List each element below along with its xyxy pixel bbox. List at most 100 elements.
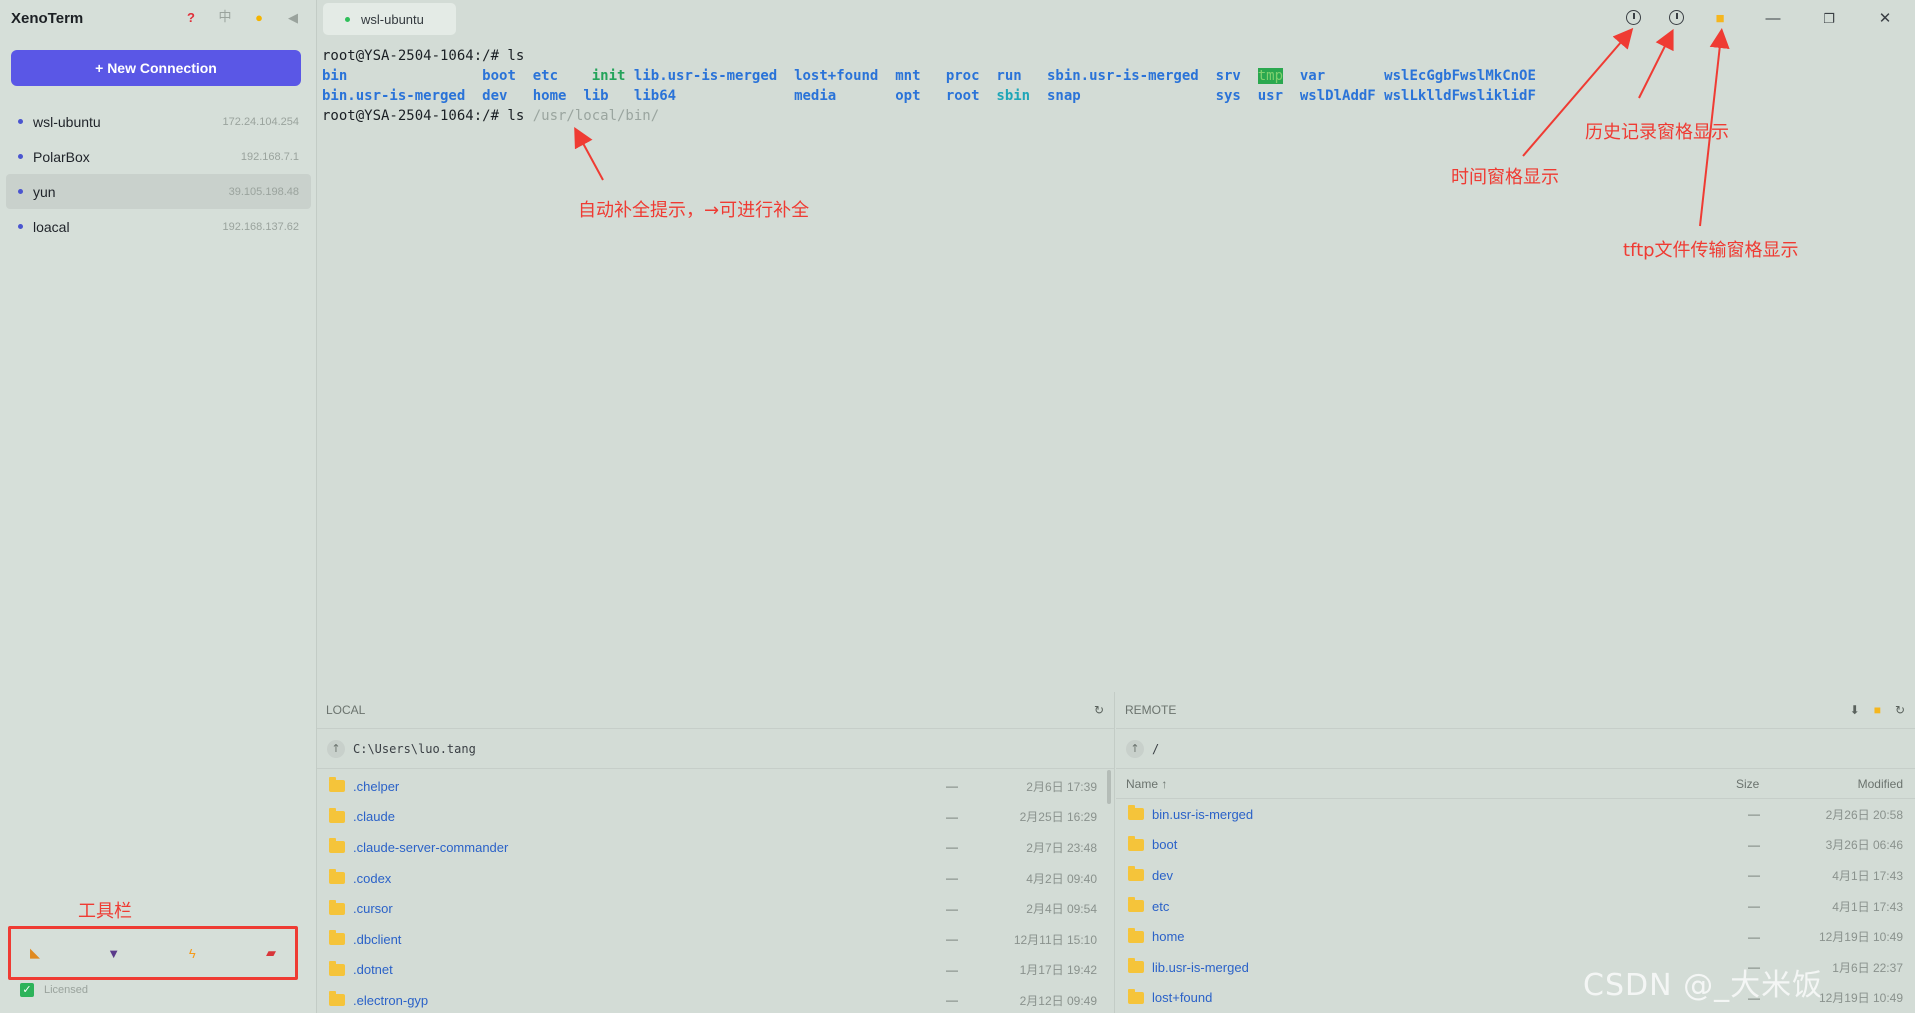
car-icon[interactable]: ▰ bbox=[263, 945, 279, 961]
file-modified: 2月6日 17:39 bbox=[1026, 779, 1097, 794]
pin-icon[interactable]: ▼ bbox=[106, 946, 122, 961]
restore-icon[interactable]: ❐ bbox=[1820, 10, 1838, 28]
history-pane-annotation: 历史记录窗格显示 bbox=[1585, 122, 1729, 143]
file-row[interactable]: .chelper — 2月6日 17:39 bbox=[317, 771, 1114, 802]
file-row[interactable]: .codex — 4月2日 09:40 bbox=[317, 863, 1114, 894]
remote-pane-header: REMOTE ⬇ ■ ↻ bbox=[1116, 692, 1915, 729]
file-row[interactable]: home — 12月19日 10:49 bbox=[1116, 921, 1915, 952]
file-size: — bbox=[946, 993, 958, 1008]
local-file-list: .chelper —2月6日 17:39 .claude —2月25日 16:29 .c… bbox=[317, 769, 1114, 1013]
ls-entry: wslDlAddF bbox=[1299, 88, 1376, 104]
column-modified[interactable]: Modified bbox=[1858, 777, 1903, 791]
new-folder-icon[interactable]: ■ bbox=[1874, 703, 1881, 717]
file-modified: 1月6日 22:37 bbox=[1832, 960, 1903, 975]
file-modified: 4月1日 17:43 bbox=[1832, 899, 1903, 914]
column-name[interactable]: Name ↑ bbox=[1126, 777, 1167, 791]
ls-entry: wslMkCnOE bbox=[1460, 68, 1536, 84]
up-directory-icon[interactable]: ↑ bbox=[1126, 739, 1144, 758]
folder-icon bbox=[1128, 805, 1144, 821]
close-icon[interactable]: ✕ bbox=[1876, 10, 1894, 28]
file-row[interactable]: .claude — 2月25日 16:29 bbox=[317, 802, 1114, 833]
connection-name: yun bbox=[33, 183, 56, 200]
column-size[interactable]: Size bbox=[1736, 777, 1759, 791]
language-toggle-icon[interactable]: 中 bbox=[218, 10, 232, 26]
file-row[interactable]: dev — 4月1日 17:43 bbox=[1116, 860, 1915, 891]
ls-entry: init bbox=[591, 68, 626, 84]
lightning-icon[interactable]: ϟ bbox=[184, 946, 200, 961]
file-size: — bbox=[946, 901, 958, 916]
file-name: dev bbox=[1152, 867, 1173, 883]
download-icon[interactable]: ⬇ bbox=[1850, 703, 1860, 717]
folder-icon bbox=[1128, 897, 1144, 913]
refresh-icon[interactable]: ↻ bbox=[1094, 703, 1104, 717]
file-row[interactable]: .dbclient — 12月11日 15:10 bbox=[317, 924, 1114, 955]
connection-status-dot bbox=[18, 224, 23, 229]
ls-entry: srv bbox=[1215, 68, 1241, 84]
help-icon[interactable]: ? bbox=[184, 10, 198, 26]
new-connection-button[interactable]: + New Connection bbox=[11, 50, 301, 86]
connection-item[interactable]: yun 39.105.198.48 bbox=[6, 174, 311, 209]
tab-wsl-ubuntu[interactable]: wsl-ubuntu bbox=[323, 3, 456, 35]
minimize-icon[interactable]: — bbox=[1764, 10, 1782, 28]
file-size: — bbox=[946, 809, 958, 824]
remote-path-bar[interactable]: ↑ / bbox=[1116, 729, 1915, 769]
connection-name: PolarBox bbox=[33, 148, 90, 165]
file-row[interactable]: boot — 3月26日 06:46 bbox=[1116, 830, 1915, 861]
toolbar-annotation: 工具栏 bbox=[78, 901, 132, 922]
app-window: XenoTerm ? 中 ● ◀ + New Connection wsl-ub… bbox=[0, 0, 1915, 1013]
file-size: — bbox=[946, 779, 958, 794]
ls-entry: tmp bbox=[1257, 68, 1284, 84]
local-path-bar[interactable]: ↑ C:\Users\luo.tang bbox=[317, 729, 1114, 769]
tftp-folder-icon[interactable]: ■ bbox=[1711, 10, 1729, 28]
file-modified: 4月2日 09:40 bbox=[1026, 871, 1097, 886]
remote-column-header: Name ↑ Size Modified bbox=[1116, 769, 1915, 799]
connection-item[interactable]: PolarBox 192.168.7.1 bbox=[6, 139, 311, 174]
ls-entry: wslEcGgbF bbox=[1384, 68, 1461, 84]
connection-item[interactable]: wsl-ubuntu 172.24.104.254 bbox=[6, 104, 311, 139]
broom-icon[interactable]: ◣ bbox=[27, 945, 43, 961]
file-name: .electron-gyp bbox=[353, 992, 429, 1008]
ls-entry: mnt bbox=[895, 68, 921, 84]
connection-item[interactable]: loacal 192.168.137.62 bbox=[6, 209, 311, 244]
file-name: boot bbox=[1152, 837, 1178, 853]
connection-ip: 192.168.137.62 bbox=[222, 220, 299, 233]
ls-entry: etc bbox=[532, 68, 559, 84]
local-file-pane: LOCAL ↻ ↑ C:\Users\luo.tang .chelper — 2月6… bbox=[317, 692, 1115, 1013]
terminal-line: root@YSA-2504-1064:/# ls /usr/local/bin/ bbox=[322, 108, 659, 124]
file-modified: 12月19日 10:49 bbox=[1818, 991, 1903, 1006]
folder-icon bbox=[1128, 958, 1144, 974]
connection-status-dot bbox=[18, 119, 23, 124]
remote-pane-title: REMOTE bbox=[1125, 703, 1177, 717]
collapse-sidebar-icon[interactable]: ◀ bbox=[286, 10, 300, 26]
file-row[interactable]: .cursor — 2月4日 09:54 bbox=[317, 893, 1114, 924]
connection-ip: 172.24.104.254 bbox=[222, 115, 299, 128]
file-row[interactable]: .electron-gyp — 2月12日 09:49 bbox=[317, 985, 1114, 1013]
folder-icon bbox=[1128, 835, 1144, 851]
connection-list: wsl-ubuntu 172.24.104.254 PolarBox 192.1… bbox=[0, 104, 317, 244]
file-row[interactable]: etc — 4月1日 17:43 bbox=[1116, 891, 1915, 922]
file-row[interactable]: .claude-server-commander — 2月7日 23:48 bbox=[317, 832, 1114, 863]
file-name: .dbclient bbox=[353, 931, 402, 947]
file-row[interactable]: .dotnet — 1月17日 19:42 bbox=[317, 955, 1114, 986]
folder-icon bbox=[329, 930, 345, 946]
file-row[interactable]: bin.usr-is-merged — 2月26日 20:58 bbox=[1116, 799, 1915, 830]
history-pane-clock-icon[interactable] bbox=[1669, 10, 1684, 25]
connection-status-dot bbox=[18, 154, 23, 159]
sidebar-header-icons: ? 中 ● ◀ bbox=[184, 10, 300, 26]
up-directory-icon[interactable]: ↑ bbox=[327, 739, 345, 758]
ls-entry: sbin bbox=[996, 88, 1031, 104]
local-scrollbar[interactable] bbox=[1107, 770, 1111, 804]
tab-status-dot bbox=[345, 17, 350, 22]
file-name: .codex bbox=[353, 870, 392, 886]
refresh-icon[interactable]: ↻ bbox=[1895, 703, 1905, 717]
ls-entry: lib.usr-is-merged bbox=[633, 68, 778, 84]
theme-toggle-icon[interactable]: ● bbox=[252, 10, 266, 26]
file-name: lib.usr-is-merged bbox=[1152, 959, 1249, 975]
time-pane-clock-icon[interactable] bbox=[1626, 10, 1641, 25]
ls-entry: lib64 bbox=[633, 88, 677, 104]
file-name: bin.usr-is-merged bbox=[1152, 806, 1254, 822]
connection-ip: 39.105.198.48 bbox=[228, 185, 299, 198]
tab-label: wsl-ubuntu bbox=[361, 11, 424, 27]
file-name: .dotnet bbox=[353, 962, 393, 978]
file-name: .cursor bbox=[353, 901, 393, 917]
